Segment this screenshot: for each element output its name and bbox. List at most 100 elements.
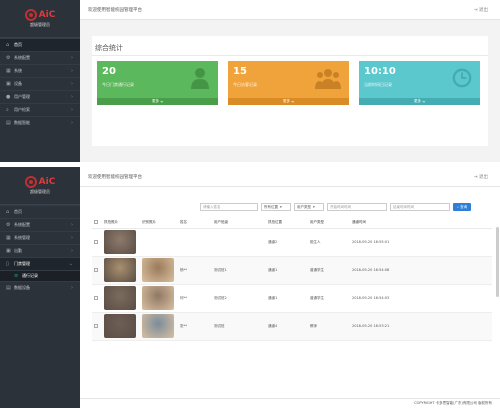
sidebar-item[interactable]: ⌂ 首页 xyxy=(0,38,80,51)
access-records-screen: AiC 超級管理员 ⌂ 首页 ⚙ 系统配置 › ▦ 系统管理 › ▣ 出勤 › ▯ 门禁管理 ⌄ ≡ 通行记录… xyxy=(0,167,500,408)
section-title: 综合统计 xyxy=(95,44,123,52)
capture-photo xyxy=(104,314,136,338)
sidebar-item[interactable]: ▯ 门禁管理 ⌄ xyxy=(0,257,80,270)
search-icon: ⌕ xyxy=(6,107,9,113)
logo-text: AiC xyxy=(38,177,56,187)
sidebar: AiC 超級管理员 ⌂ 首页 ⚙ 系统配置 › ▦ 系统管理 › ▣ 出勤 › ▯ 门禁管理 ⌄ ≡ 通行记录… xyxy=(0,167,80,408)
home-icon: ⌂ xyxy=(6,42,10,48)
row-checkbox[interactable] xyxy=(94,239,98,244)
stat-card-time[interactable]: 10:10 当前时间日记录 更多 ➜ xyxy=(359,61,480,105)
logo: AiC 超級管理员 xyxy=(0,0,80,38)
table-row[interactable]: 张** 测试班 通道4 教师 2018-09-20 16:53:21 xyxy=(92,312,492,341)
user-class: 测试班 xyxy=(214,323,225,328)
filter-bar: 请输入姓名 所有位置 ▾ 用户类型 ▾ 开始时间时间 结束时间时间 ⌕ 查询 xyxy=(200,203,472,211)
user-name: 杨** xyxy=(180,267,187,272)
id-photo xyxy=(142,314,174,338)
logo-icon xyxy=(24,9,37,21)
location-select[interactable]: 所有位置 ▾ xyxy=(261,203,291,211)
chevron-icon: › xyxy=(71,120,73,126)
sidebar-item-label: 通行记录 xyxy=(22,273,38,278)
sidebar-item[interactable]: ▣ 设备 › xyxy=(0,77,80,90)
name-input[interactable]: 请输入姓名 xyxy=(200,203,258,211)
stat-card-visitors[interactable]: 15 今日访客记录 更多 ➜ xyxy=(228,61,349,105)
gear-icon: ⚙ xyxy=(6,55,11,61)
sidebar-item[interactable]: ▣ 出勤 › xyxy=(0,244,80,257)
more-link[interactable]: 更多 ➜ xyxy=(359,98,480,105)
sidebar-item[interactable]: ⌕ 用户检索 › xyxy=(0,103,80,116)
more-link[interactable]: 更多 ➜ xyxy=(228,98,349,105)
row-checkbox[interactable] xyxy=(94,323,98,328)
user-type: 陌生人 xyxy=(310,239,321,244)
chevron-icon: › xyxy=(71,285,73,291)
search-button[interactable]: ⌕ 查询 xyxy=(453,203,472,211)
column-header: 识别照片 xyxy=(140,218,178,229)
stat-card-access[interactable]: 20 今日门禁通行记录 更多 ➜ xyxy=(97,61,218,105)
pass-time: 2018-09-20 16:53:21 xyxy=(352,324,390,328)
top-bar: 欢迎使用智能校园管理平台 ⇥ 退出 xyxy=(80,167,500,187)
column-header[interactable] xyxy=(92,218,102,229)
chevron-icon: › xyxy=(71,107,73,113)
sidebar: AiC 超級管理员 ⌂ 首页 ⚙ 系统配置 › ▦ 系统 › ▣ 设备 › ● 用户管理 › ⌕ 用户检索 › ▤… xyxy=(0,0,80,162)
user-class: 测试班2 xyxy=(214,295,227,300)
chevron-icon: › xyxy=(71,68,73,74)
end-time-input[interactable]: 结束时间时间 xyxy=(390,203,450,211)
sidebar-item[interactable]: ▦ 系统 › xyxy=(0,64,80,77)
pass-time: 2018-09-20 16:55:01 xyxy=(352,240,390,244)
exit-button[interactable]: ⇥ 退出 xyxy=(474,7,488,13)
sidebar-item[interactable]: ⌂ 首页 xyxy=(0,205,80,218)
user-role: 超級管理员 xyxy=(30,189,50,194)
start-time-input[interactable]: 开始时间时间 xyxy=(327,203,387,211)
grid-icon: ▦ xyxy=(6,68,11,74)
chevron-icon: › xyxy=(71,94,73,100)
device-icon: ▣ xyxy=(6,248,11,254)
capture-location: 通道1 xyxy=(268,267,278,272)
table-row[interactable]: 杨** 测试班1 通道1 普通学生 2018-09-20 16:54:08 xyxy=(92,256,492,285)
chevron-icon: ⌄ xyxy=(68,261,73,267)
id-photo xyxy=(142,286,174,310)
sidebar-item[interactable]: ● 用户管理 › xyxy=(0,90,80,103)
sidebar-item[interactable]: ▤ 数据智能 › xyxy=(0,116,80,129)
sidebar-item-label: 系统配置 xyxy=(14,222,30,227)
logo: AiC 超級管理员 xyxy=(0,167,80,205)
more-link[interactable]: 更多 ➜ xyxy=(97,98,218,105)
column-header: 抓拍照片 xyxy=(102,218,140,229)
table-row[interactable]: 通道2 陌生人 2018-09-20 16:55:01 xyxy=(92,228,492,257)
device-icon: ▣ xyxy=(6,81,11,87)
capture-location: 通道2 xyxy=(268,239,278,244)
sidebar-item-label: 系统配置 xyxy=(14,55,30,60)
sidebar-item-label: 数据设备 xyxy=(14,285,30,290)
column-header: 用户类型 xyxy=(308,218,350,229)
sidebar-item-label: 出勤 xyxy=(14,248,22,253)
sidebar-item-label: 用户管理 xyxy=(14,94,30,99)
logo-icon xyxy=(24,176,37,188)
stat-label: 当前时间日记录 xyxy=(364,82,392,87)
sidebar-item-label: 设备 xyxy=(14,81,22,86)
sidebar-item[interactable]: ▦ 系统管理 › xyxy=(0,231,80,244)
home-icon: ⌂ xyxy=(6,209,10,215)
user-class: 测试班1 xyxy=(214,267,227,272)
row-checkbox[interactable] xyxy=(94,295,98,300)
logo-text: AiC xyxy=(38,10,56,20)
scrollbar[interactable] xyxy=(496,227,499,297)
exit-button[interactable]: ⇥ 退出 xyxy=(474,174,488,180)
user-icon: ● xyxy=(6,94,11,100)
sidebar-item[interactable]: ≡ 通行记录 xyxy=(0,270,80,281)
table-row[interactable]: 何** 测试班2 通道1 普通学生 2018-09-20 16:54:03 xyxy=(92,284,492,313)
door-icon: ▯ xyxy=(6,261,9,267)
sidebar-item[interactable]: ⚙ 系统配置 › xyxy=(0,218,80,231)
sidebar-item[interactable]: ▤ 数据设备 › xyxy=(0,281,80,294)
capture-photo xyxy=(104,230,136,254)
sidebar-item-label: 门禁管理 xyxy=(14,261,30,266)
column-header: 用户班级 xyxy=(212,218,266,229)
chevron-icon: › xyxy=(71,55,73,61)
stat-value: 10:10 xyxy=(364,66,396,77)
user-name: 何** xyxy=(180,295,187,300)
user-type-select[interactable]: 用户类型 ▾ xyxy=(294,203,324,211)
person-icon xyxy=(191,68,209,89)
sidebar-item[interactable]: ⚙ 系统配置 › xyxy=(0,51,80,64)
id-photo xyxy=(142,258,174,282)
chart-icon: ▤ xyxy=(6,120,11,126)
chevron-icon: › xyxy=(71,235,73,241)
group-icon xyxy=(315,69,341,89)
row-checkbox[interactable] xyxy=(94,267,98,272)
